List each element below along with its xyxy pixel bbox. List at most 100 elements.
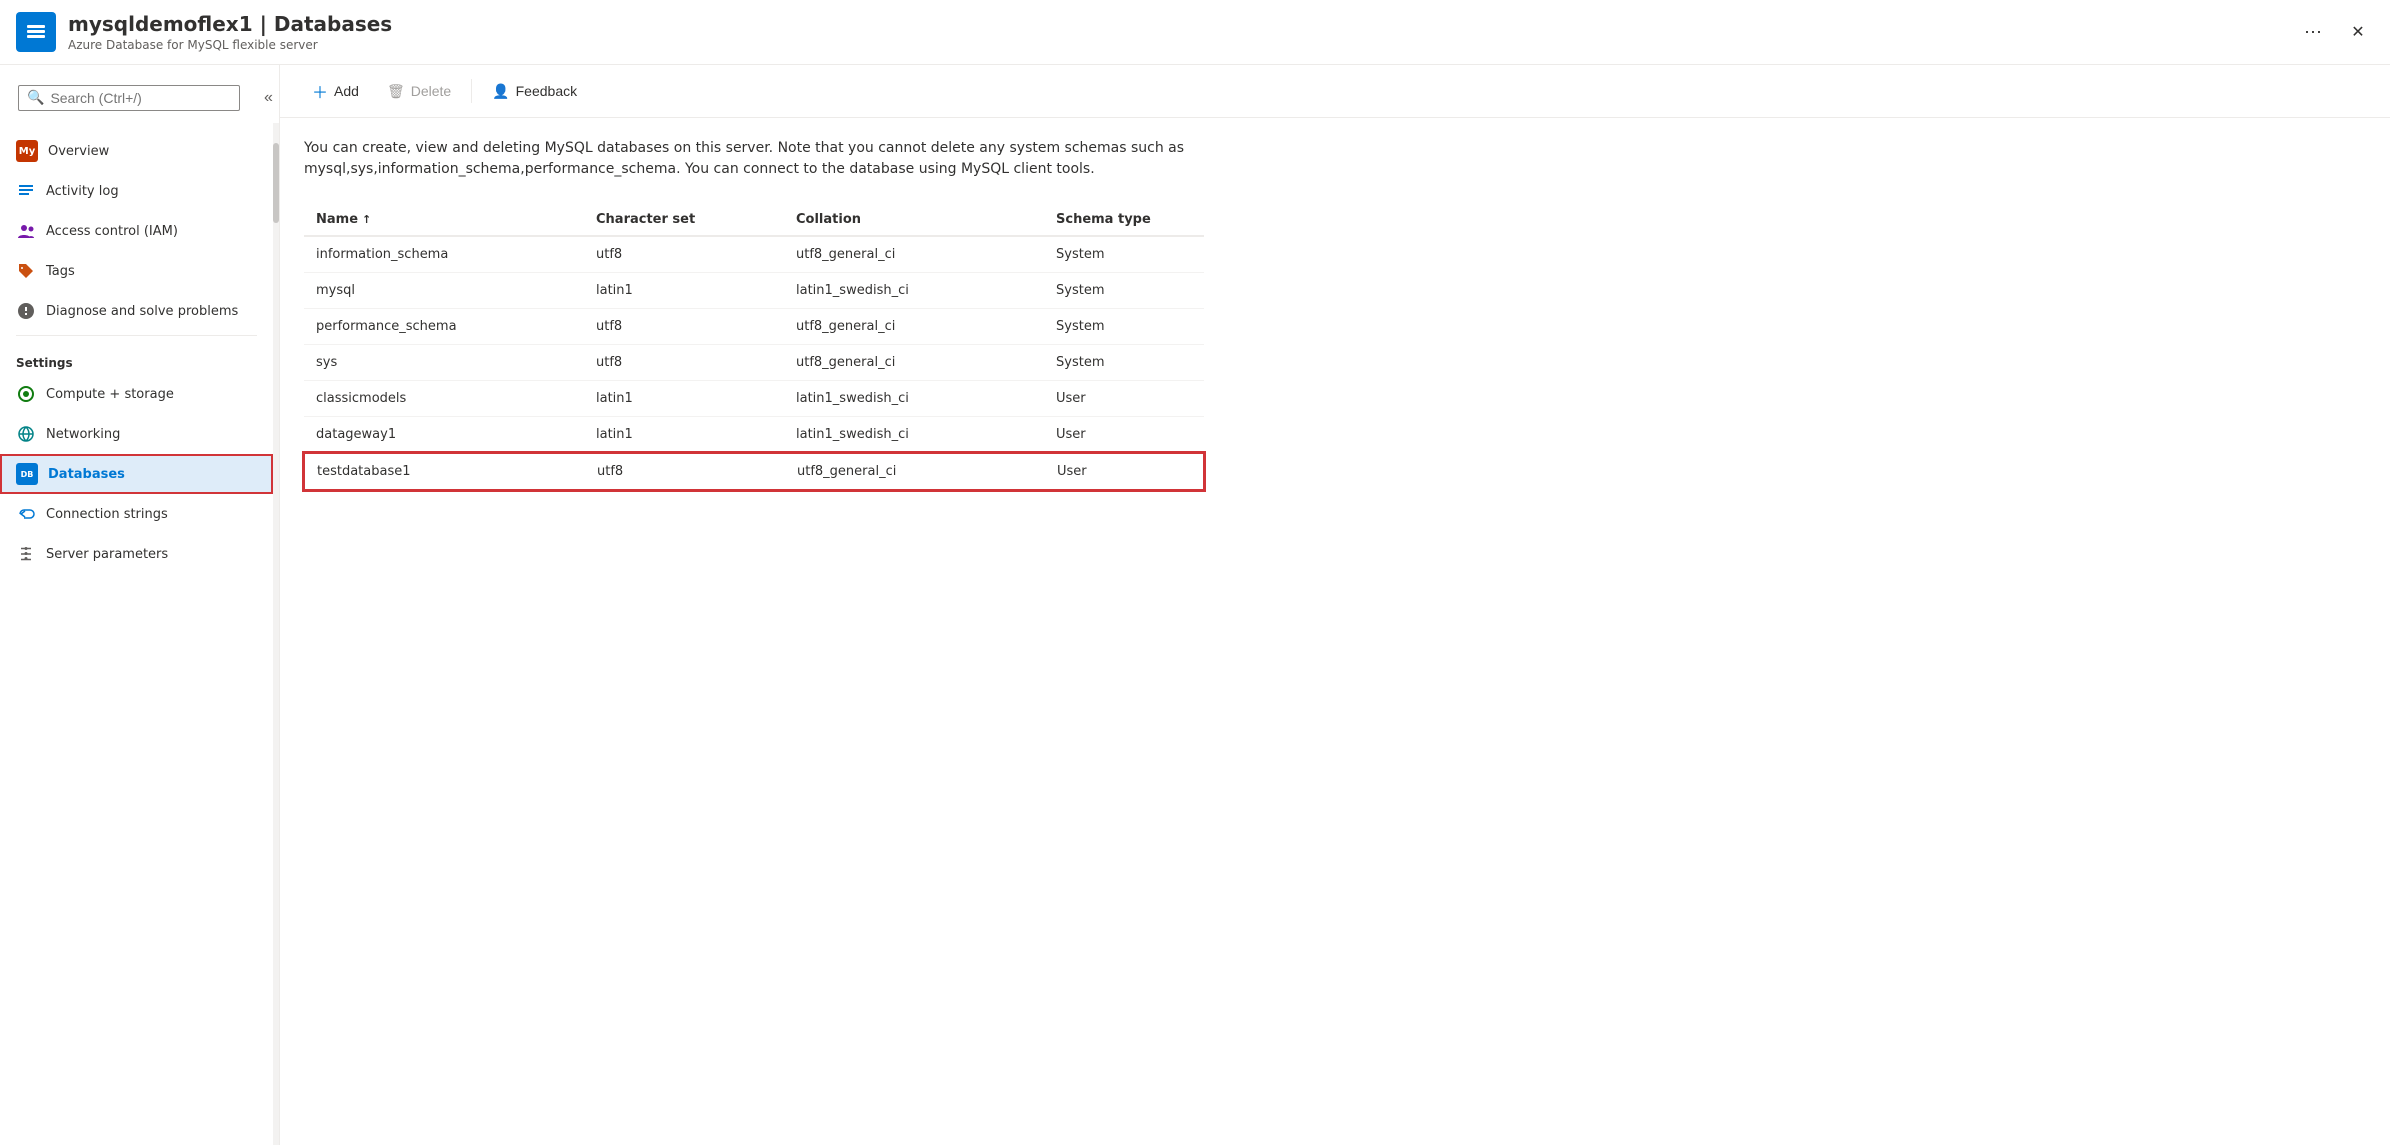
cell-name: datageway1 — [316, 427, 596, 442]
cell-collation: latin1_swedish_ci — [796, 283, 1056, 298]
cell-name: testdatabase1 — [317, 464, 597, 479]
cell-collation: latin1_swedish_ci — [796, 391, 1056, 406]
sidebar-item-databases[interactable]: DB Databases — [0, 454, 273, 494]
cell-charset: utf8 — [596, 355, 796, 370]
resource-icon — [16, 12, 56, 52]
header-title-block: mysqldemoflex1 | Databases Azure Databas… — [68, 12, 2284, 52]
sidebar-item-server-parameters[interactable]: Server parameters — [0, 534, 273, 574]
tags-icon — [16, 261, 36, 281]
table-row[interactable]: performance_schema utf8 utf8_general_ci … — [304, 309, 1204, 345]
server-parameters-icon — [16, 544, 36, 564]
diagnose-label: Diagnose and solve problems — [46, 304, 238, 319]
cell-charset: latin1 — [596, 391, 796, 406]
cell-name: performance_schema — [316, 319, 596, 334]
cell-schema-type: User — [1056, 427, 1256, 442]
search-box[interactable]: 🔍 — [18, 85, 240, 111]
cell-charset: utf8 — [597, 464, 797, 479]
delete-icon: 🗑 — [387, 83, 405, 100]
close-button[interactable]: ✕ — [2342, 16, 2374, 48]
sidebar-item-connection-strings[interactable]: Connection strings — [0, 494, 273, 534]
page-subtitle: Azure Database for MySQL flexible server — [68, 38, 2284, 52]
column-charset-header: Character set — [596, 212, 796, 227]
main-layout: 🔍 « My Overview — [0, 65, 2390, 1145]
page-header: mysqldemoflex1 | Databases Azure Databas… — [0, 0, 2390, 65]
databases-icon: DB — [16, 463, 38, 485]
scrollbar-track — [273, 123, 279, 1145]
sort-arrow-name: ↑ — [362, 213, 371, 226]
overview-label: Overview — [48, 144, 109, 159]
description-text: You can create, view and deleting MySQL … — [304, 138, 1204, 180]
networking-label: Networking — [46, 427, 120, 442]
sidebar-item-tags[interactable]: Tags — [0, 251, 273, 291]
sidebar-nav: My Overview Activity log Access c — [0, 123, 273, 1145]
cell-name: information_schema — [316, 247, 596, 262]
activity-log-label: Activity log — [46, 184, 119, 199]
add-button[interactable]: ＋ Add — [300, 73, 371, 109]
table-body: information_schema utf8 utf8_general_ci … — [304, 237, 1204, 491]
sidebar-item-compute-storage[interactable]: Compute + storage — [0, 374, 273, 414]
table-row[interactable]: information_schema utf8 utf8_general_ci … — [304, 237, 1204, 273]
cell-collation: utf8_general_ci — [796, 355, 1056, 370]
server-parameters-label: Server parameters — [46, 547, 168, 562]
cell-schema-type: User — [1057, 464, 1257, 479]
sidebar-item-diagnose[interactable]: Diagnose and solve problems — [0, 291, 273, 331]
sidebar: 🔍 « My Overview — [0, 65, 280, 1145]
search-icon: 🔍 — [27, 90, 44, 106]
connection-strings-label: Connection strings — [46, 507, 168, 522]
sidebar-item-networking[interactable]: Networking — [0, 414, 273, 454]
diagnose-icon — [16, 301, 36, 321]
cell-charset: utf8 — [596, 247, 796, 262]
column-schema-type-header: Schema type — [1056, 212, 1256, 227]
compute-storage-label: Compute + storage — [46, 387, 174, 402]
cell-collation: latin1_swedish_ci — [796, 427, 1056, 442]
table-row[interactable]: testdatabase1 utf8 utf8_general_ci User — [303, 452, 1205, 491]
content-body: You can create, view and deleting MySQL … — [280, 118, 2390, 510]
toolbar-divider — [471, 79, 472, 103]
table-row[interactable]: sys utf8 utf8_general_ci System — [304, 345, 1204, 381]
cell-collation: utf8_general_ci — [796, 319, 1056, 334]
activity-log-icon — [16, 181, 36, 201]
cell-collation: utf8_general_ci — [797, 464, 1057, 479]
settings-section-label: Settings — [0, 340, 273, 374]
cell-name: mysql — [316, 283, 596, 298]
cell-schema-type: System — [1056, 247, 1256, 262]
cell-schema-type: User — [1056, 391, 1256, 406]
search-input[interactable] — [50, 90, 231, 106]
table-row[interactable]: mysql latin1 latin1_swedish_ci System — [304, 273, 1204, 309]
content-area: ＋ Add 🗑 Delete 👤 Feedback You can create… — [280, 65, 2390, 1145]
cell-collation: utf8_general_ci — [796, 247, 1056, 262]
table-header-row: Name↑ Character set Collation Schema typ… — [304, 204, 1204, 237]
databases-table: Name↑ Character set Collation Schema typ… — [304, 204, 1204, 491]
scrollbar-thumb[interactable] — [273, 143, 279, 223]
table-row[interactable]: datageway1 latin1 latin1_swedish_ci User — [304, 417, 1204, 453]
overview-icon: My — [16, 140, 38, 162]
feedback-button[interactable]: 👤 Feedback — [480, 77, 589, 106]
toolbar: ＋ Add 🗑 Delete 👤 Feedback — [280, 65, 2390, 118]
cell-name: sys — [316, 355, 596, 370]
column-collation-header: Collation — [796, 212, 1056, 227]
delete-button[interactable]: 🗑 Delete — [375, 77, 463, 106]
networking-icon — [16, 424, 36, 444]
cell-name: classicmodels — [316, 391, 596, 406]
page-title: mysqldemoflex1 | Databases — [68, 12, 2284, 36]
sidebar-item-overview[interactable]: My Overview — [0, 131, 273, 171]
compute-storage-icon — [16, 384, 36, 404]
access-control-label: Access control (IAM) — [46, 224, 178, 239]
cell-schema-type: System — [1056, 319, 1256, 334]
add-icon: ＋ — [312, 79, 328, 103]
more-button[interactable]: ⋯ — [2296, 18, 2330, 47]
sidebar-item-access-control[interactable]: Access control (IAM) — [0, 211, 273, 251]
settings-divider — [16, 335, 257, 336]
cell-charset: utf8 — [596, 319, 796, 334]
tags-label: Tags — [46, 264, 75, 279]
cell-schema-type: System — [1056, 355, 1256, 370]
feedback-icon: 👤 — [492, 83, 509, 100]
connection-strings-icon — [16, 504, 36, 524]
collapse-sidebar-button[interactable]: « — [254, 84, 280, 112]
table-row[interactable]: classicmodels latin1 latin1_swedish_ci U… — [304, 381, 1204, 417]
column-name-header: Name↑ — [316, 212, 596, 227]
sidebar-item-activity-log[interactable]: Activity log — [0, 171, 273, 211]
cell-schema-type: System — [1056, 283, 1256, 298]
cell-charset: latin1 — [596, 283, 796, 298]
cell-charset: latin1 — [596, 427, 796, 442]
